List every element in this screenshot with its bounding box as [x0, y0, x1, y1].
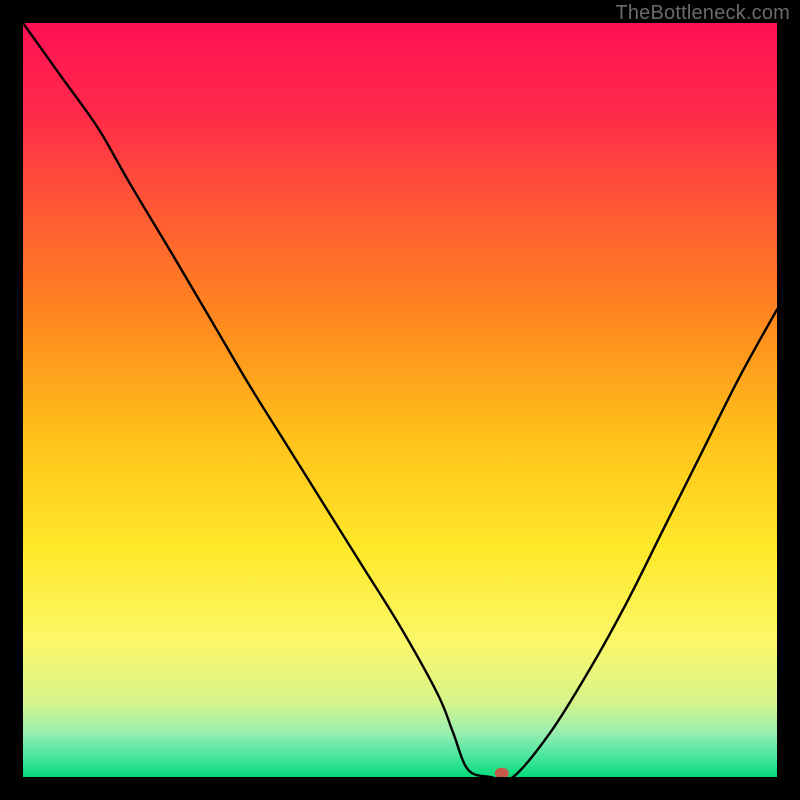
chart-svg: [23, 23, 777, 777]
gradient-background: [23, 23, 777, 777]
chart-frame: TheBottleneck.com: [0, 0, 800, 800]
watermark-text: TheBottleneck.com: [615, 2, 790, 25]
plot-area: [23, 23, 777, 777]
